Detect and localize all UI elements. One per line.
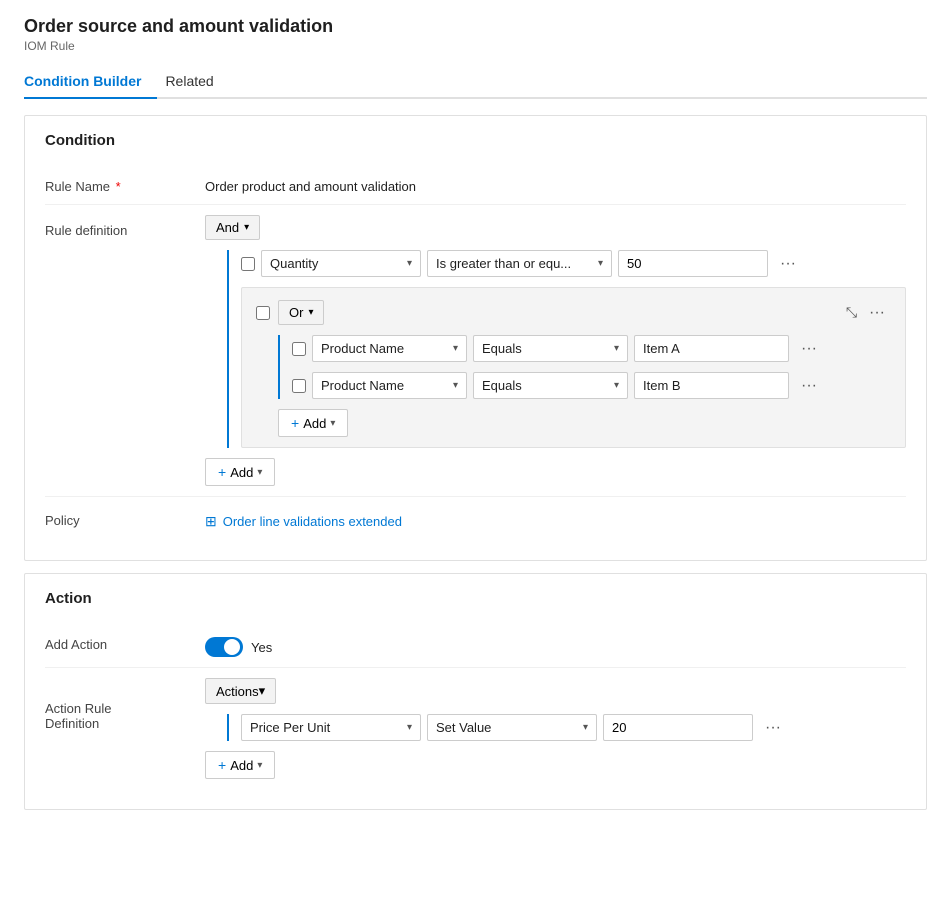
action-section: Action Add Action Yes Action Rule Defini… — [24, 573, 927, 810]
or-group: Or ▾ ⤡ ··· — [241, 287, 906, 448]
quantity-checkbox[interactable] — [241, 257, 255, 271]
action-section-title: Action — [45, 590, 906, 607]
policy-label: Policy — [45, 513, 80, 528]
or-group-collapse-button[interactable]: ⤡ — [846, 304, 857, 321]
price-value-input[interactable] — [603, 714, 753, 741]
inner-add-plus-icon: + — [291, 415, 299, 431]
product-name-1-checkbox[interactable] — [292, 342, 306, 356]
product-name-1-field-select[interactable]: Product Name ▾ — [312, 335, 467, 362]
product-name-1-more-button[interactable]: ··· — [795, 338, 823, 360]
set-value-caret-icon: ▾ — [583, 722, 588, 733]
policy-row: Policy ⊞ Order line validations extended — [45, 497, 906, 540]
outer-add-caret-icon: ▾ — [257, 467, 262, 478]
quantity-field-select[interactable]: Quantity ▾ — [261, 250, 421, 277]
product-name-row-1: Product Name ▾ Equals ▾ Item A — [292, 335, 891, 362]
add-action-toggle-label: Yes — [251, 640, 272, 655]
price-per-unit-row: Price Per Unit ▾ Set Value ▾ ··· — [241, 714, 906, 741]
tab-condition-builder[interactable]: Condition Builder — [24, 63, 157, 99]
outer-add-plus-icon: + — [218, 464, 226, 480]
quantity-more-button[interactable]: ··· — [774, 253, 802, 275]
policy-link[interactable]: ⊞ Order line validations extended — [205, 513, 402, 530]
product-name-2-checkbox[interactable] — [292, 379, 306, 393]
quantity-op-caret-icon: ▾ — [598, 258, 603, 269]
action-add-plus-icon: + — [218, 757, 226, 773]
quantity-caret-icon: ▾ — [407, 258, 412, 269]
quantity-value-input[interactable] — [618, 250, 768, 277]
actions-operator-button[interactable]: Actions ▾ — [205, 678, 276, 704]
product-name-2-caret-icon: ▾ — [453, 380, 458, 391]
product-name-2-op-caret-icon: ▾ — [614, 380, 619, 391]
action-rule-definition-label: Action Rule Definition — [45, 701, 111, 731]
outer-add-button[interactable]: + Add ▾ — [205, 458, 275, 486]
page-subtitle: IOM Rule — [24, 39, 927, 53]
product-name-row-2: Product Name ▾ Equals ▾ Item B — [292, 372, 891, 399]
price-per-unit-field-select[interactable]: Price Per Unit ▾ — [241, 714, 421, 741]
price-per-unit-caret-icon: ▾ — [407, 722, 412, 733]
action-add-caret-icon: ▾ — [257, 760, 262, 771]
and-caret-icon: ▾ — [244, 222, 249, 233]
action-rule-definition-row: Action Rule Definition Actions ▾ Price P… — [45, 668, 906, 789]
rule-name-label: Rule Name — [45, 179, 110, 194]
page-title: Order source and amount validation — [24, 16, 927, 37]
product-name-2-value-field[interactable]: Item B — [634, 372, 789, 399]
rule-name-value: Order product and amount validation — [205, 179, 416, 194]
product-name-1-value-field[interactable]: Item A — [634, 335, 789, 362]
policy-link-icon: ⊞ — [205, 513, 217, 530]
add-action-row: Add Action Yes — [45, 621, 906, 668]
quantity-operator-select[interactable]: Is greater than or equ... ▾ — [427, 250, 612, 277]
or-caret-icon: ▾ — [308, 307, 313, 318]
action-add-button[interactable]: + Add ▾ — [205, 751, 275, 779]
inner-add-button[interactable]: + Add ▾ — [278, 409, 348, 437]
product-name-2-operator-select[interactable]: Equals ▾ — [473, 372, 628, 399]
or-group-more-button[interactable]: ··· — [863, 302, 891, 324]
product-name-1-op-caret-icon: ▾ — [614, 343, 619, 354]
actions-caret-icon: ▾ — [259, 683, 266, 699]
rule-definition-label: Rule definition — [45, 223, 127, 238]
product-name-1-caret-icon: ▾ — [453, 343, 458, 354]
or-operator-button[interactable]: Or ▾ — [278, 300, 324, 325]
rule-name-row: Rule Name * Order product and amount val… — [45, 163, 906, 205]
condition-section: Condition Rule Name * Order product and … — [24, 115, 927, 561]
add-action-toggle[interactable] — [205, 637, 243, 657]
required-star: * — [116, 179, 121, 194]
rule-definition-row: Rule definition And ▾ Quantity — [45, 205, 906, 497]
add-action-label: Add Action — [45, 637, 107, 652]
set-value-operator-select[interactable]: Set Value ▾ — [427, 714, 597, 741]
price-more-button[interactable]: ··· — [759, 717, 787, 739]
inner-add-caret-icon: ▾ — [330, 418, 335, 429]
tabs-bar: Condition Builder Related — [24, 63, 927, 99]
product-name-1-operator-select[interactable]: Equals ▾ — [473, 335, 628, 362]
or-group-checkbox[interactable] — [256, 306, 270, 320]
product-name-2-field-select[interactable]: Product Name ▾ — [312, 372, 467, 399]
quantity-condition-row: Quantity ▾ Is greater than or equ... ▾ ·… — [241, 250, 906, 277]
tab-related[interactable]: Related — [165, 63, 229, 99]
product-name-2-more-button[interactable]: ··· — [795, 375, 823, 397]
condition-section-title: Condition — [45, 132, 906, 149]
and-operator-button[interactable]: And ▾ — [205, 215, 260, 240]
